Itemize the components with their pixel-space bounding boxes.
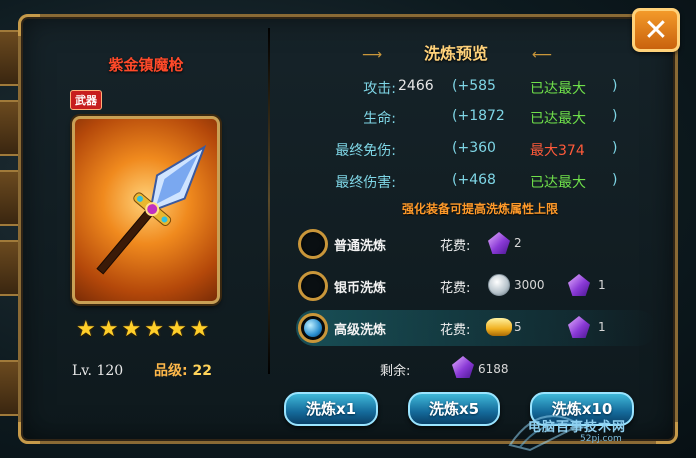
cost-value: 1 bbox=[598, 278, 606, 292]
stat-status: 已达最大 bbox=[530, 175, 586, 191]
stat-row-hp: 生命: (+1872 已达最大 ) bbox=[300, 108, 660, 132]
purple-gem-icon bbox=[568, 316, 590, 338]
cost-label: 花费: bbox=[440, 281, 471, 296]
remaining-value: 6188 bbox=[478, 362, 509, 376]
cost-value: 1 bbox=[598, 320, 606, 334]
star-icon: ★ bbox=[76, 317, 96, 342]
cost-value: 5 bbox=[514, 320, 522, 334]
purple-gem-icon bbox=[488, 232, 510, 254]
stat-label: 最终伤害: bbox=[335, 175, 396, 191]
watermark-sub: 52pj.com bbox=[580, 434, 622, 444]
option-normal-refine[interactable]: 普通洗炼 花费: 2 bbox=[296, 226, 656, 262]
ornament-right-icon: ⟵ bbox=[532, 47, 553, 63]
stat-row-attack: 攻击: 2466 (+585 已达最大 ) bbox=[300, 78, 660, 102]
radio-button-selected[interactable] bbox=[298, 313, 328, 343]
option-label: 高级洗炼 bbox=[334, 323, 387, 338]
stat-status: 已达最大 bbox=[530, 81, 586, 97]
stat-row-dmg-reduction: 最终免伤: (+360 最大374 ) bbox=[300, 140, 660, 164]
stat-status: 最大374 bbox=[530, 143, 585, 159]
item-card[interactable] bbox=[72, 116, 220, 304]
radio-button[interactable] bbox=[298, 271, 328, 301]
star-icon: ★ bbox=[189, 317, 210, 342]
stat-paren: ) bbox=[612, 140, 618, 156]
refine-hint: 强化装备可提高洗炼属性上限 bbox=[401, 202, 558, 216]
option-label: 普通洗炼 bbox=[334, 239, 387, 254]
stat-bonus: (+360 bbox=[452, 140, 496, 156]
item-grade: 品级: 22 bbox=[154, 360, 212, 380]
star-rating: ★ ★ ★ ★ ★ ★ bbox=[76, 317, 209, 342]
grade-value: 22 bbox=[192, 363, 212, 379]
item-type-badge: 武器 bbox=[70, 90, 102, 110]
stat-paren: ) bbox=[612, 108, 618, 124]
stat-bonus: (+1872 bbox=[452, 108, 505, 124]
purple-gem-icon bbox=[568, 274, 590, 296]
cost-value: 2 bbox=[514, 236, 522, 250]
cost-value: 3000 bbox=[514, 278, 545, 292]
option-silver-refine[interactable]: 银币洗炼 花费: 3000 1 bbox=[296, 268, 656, 304]
stat-bonus: (+468 bbox=[452, 172, 496, 188]
stat-paren: ) bbox=[612, 172, 618, 188]
refine-x1-button[interactable]: 洗炼x1 bbox=[284, 392, 378, 426]
stat-value: 2466 bbox=[398, 78, 434, 94]
stat-label: 生命: bbox=[363, 111, 396, 127]
stat-paren: ) bbox=[612, 78, 618, 94]
option-label: 银币洗炼 bbox=[334, 281, 387, 296]
item-level: Lv. 120 bbox=[72, 363, 124, 379]
item-panel: 紫金镇魔枪 武器 ★ ★ ★ ★ ★ ★ Lv. 120 品级: 22 bbox=[26, 22, 266, 392]
refine-x5-button[interactable]: 洗炼x5 bbox=[408, 392, 500, 426]
stat-label: 攻击: bbox=[363, 81, 396, 97]
spear-icon bbox=[96, 144, 207, 275]
remaining-label: 剩余: bbox=[380, 364, 411, 379]
close-icon: ✕ bbox=[643, 12, 669, 48]
watermark-text: 电脑百事技术网 bbox=[528, 420, 627, 435]
grade-label: 品级: bbox=[154, 363, 188, 379]
star-icon: ★ bbox=[166, 317, 187, 342]
cost-label: 花费: bbox=[440, 323, 471, 338]
panel-divider bbox=[268, 28, 270, 374]
stat-label: 最终免伤: bbox=[335, 143, 396, 159]
star-icon: ★ bbox=[121, 317, 142, 342]
gold-ingot-icon bbox=[486, 318, 512, 336]
item-name: 紫金镇魔枪 bbox=[108, 56, 184, 74]
close-button[interactable]: ✕ bbox=[632, 8, 680, 52]
stat-bonus: (+585 bbox=[452, 78, 496, 94]
frame-corner bbox=[18, 422, 40, 444]
cost-label: 花费: bbox=[440, 239, 471, 254]
option-advanced-refine[interactable]: 高级洗炼 花费: 5 1 bbox=[296, 310, 656, 346]
star-icon: ★ bbox=[144, 317, 164, 342]
stat-status: 已达最大 bbox=[530, 111, 586, 127]
radio-button[interactable] bbox=[298, 229, 328, 259]
silver-coin-icon bbox=[488, 274, 510, 296]
stat-row-final-damage: 最终伤害: (+468 已达最大 ) bbox=[300, 172, 660, 196]
star-icon: ★ bbox=[98, 317, 119, 342]
